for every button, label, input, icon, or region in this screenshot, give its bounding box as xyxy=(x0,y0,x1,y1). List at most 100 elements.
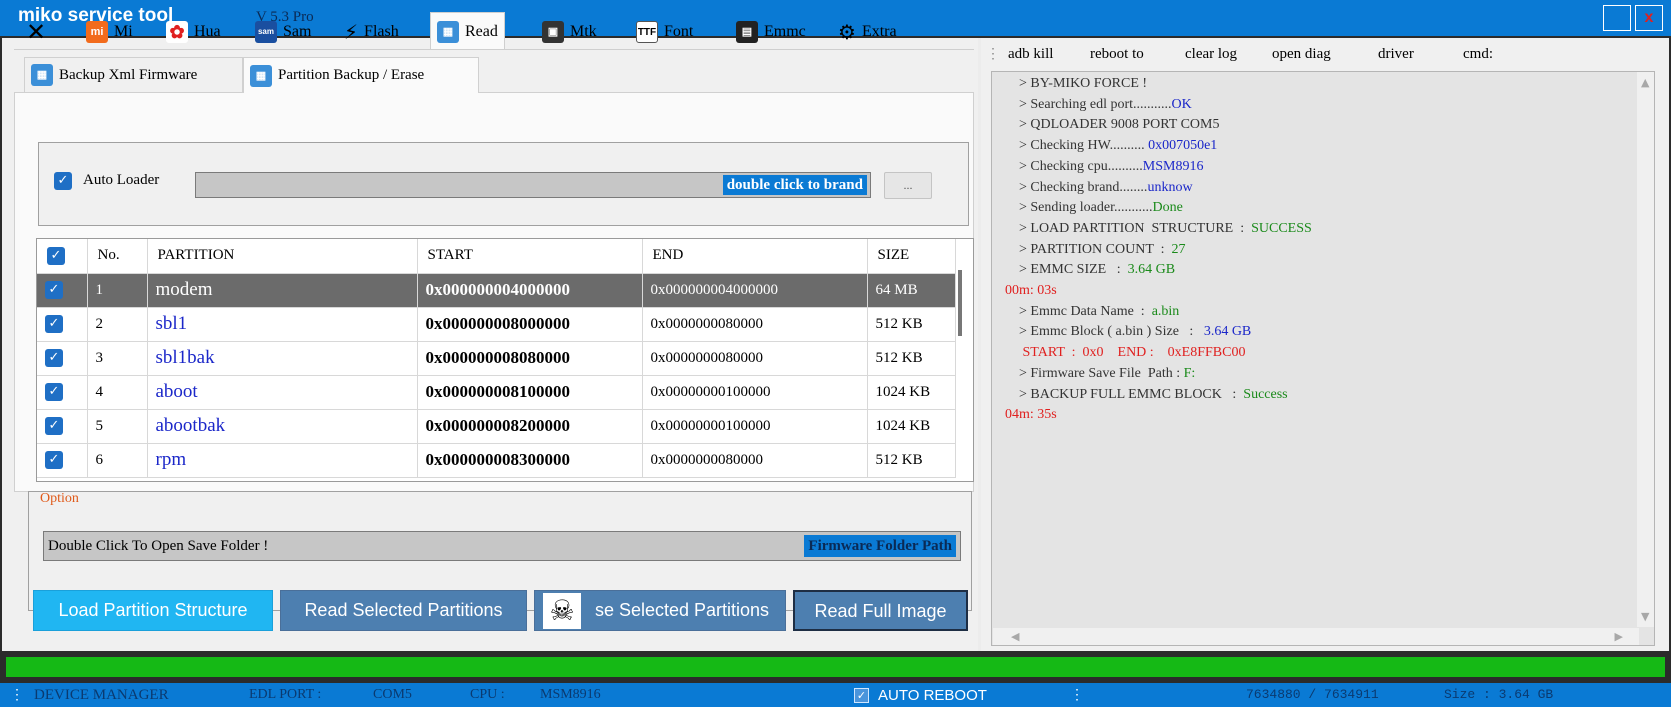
tab-font[interactable]: TTF Font xyxy=(630,15,699,49)
skull-icon: ☠ xyxy=(543,593,581,629)
lightning-icon: ⚡ xyxy=(344,20,359,44)
log-segment: > LOAD PARTITION STRUCTURE : xyxy=(1019,220,1252,236)
row-checkbox[interactable]: ✓ xyxy=(45,315,63,333)
subtab-partition-backup[interactable]: ▦ Partition Backup / Erase xyxy=(243,57,479,93)
auto-reboot-checkbox[interactable]: ✓ xyxy=(854,688,869,703)
database-icon: ▦ xyxy=(250,64,272,87)
tab-huawei[interactable]: ✿ Hua xyxy=(160,15,227,49)
log-line: > BACKUP FULL EMMC BLOCK : Success xyxy=(1019,385,1312,406)
row-checkbox[interactable]: ✓ xyxy=(45,417,63,435)
log-line: > Checking HW.......... 0x007050e1 xyxy=(1019,136,1312,157)
row-no: 1 xyxy=(87,273,148,308)
huawei-logo-icon: ✿ xyxy=(166,21,188,43)
log-segment: > Checking cpu.......... xyxy=(1019,158,1143,174)
tab-mi[interactable]: mi Mi xyxy=(80,15,139,49)
row-checkbox[interactable]: ✓ xyxy=(45,451,63,469)
log-line: > Firmware Save File Path : F: xyxy=(1019,364,1312,385)
status-grip-2: ⋮ xyxy=(1070,688,1084,703)
row-size: 1024 KB xyxy=(867,409,956,444)
table-row[interactable]: ✓ 6 rpm 0x000000008300000 0x0000000080000 512… xyxy=(37,443,956,478)
row-checkbox[interactable]: ✓ xyxy=(45,281,63,299)
log-line: > Emmc Data Name : a.bin xyxy=(1019,302,1312,323)
row-checkbox[interactable]: ✓ xyxy=(45,349,63,367)
read-full-image-button[interactable]: Read Full Image xyxy=(793,590,968,631)
read-selected-partitions-button[interactable]: Read Selected Partitions xyxy=(280,590,527,631)
cpu-label: CPU : xyxy=(470,687,505,702)
adb-kill-button[interactable]: adb kill xyxy=(1008,46,1053,63)
close-button[interactable]: x xyxy=(1635,5,1663,31)
ttf-file-icon: TTF xyxy=(636,21,658,43)
log-segment: 3.64 GB xyxy=(1127,262,1176,278)
erase-button-label: se Selected Partitions xyxy=(594,600,770,620)
select-all-checkbox[interactable]: ✓ xyxy=(47,246,65,265)
tab-flash[interactable]: ⚡ Flash xyxy=(338,15,405,49)
loader-path-field[interactable]: double click to brand xyxy=(195,172,871,198)
brand-hint-label: double click to brand xyxy=(722,175,867,195)
minimize-button[interactable] xyxy=(1603,5,1631,31)
row-no: 2 xyxy=(87,307,148,342)
log-segment: unknow xyxy=(1147,179,1193,195)
table-row[interactable]: ✓ 5 abootbak 0x000000008200000 0x00000000100… xyxy=(37,409,956,444)
tab-extra[interactable]: ⚙ Extra xyxy=(832,15,903,49)
save-folder-field[interactable]: Double Click To Open Save Folder ! Firmw… xyxy=(43,531,961,561)
table-row[interactable]: ✓ 2 sbl1 0x000000008000000 0x0000000080000 51… xyxy=(37,307,956,342)
row-partition-name: aboot xyxy=(147,375,418,410)
reboot-to-button[interactable]: reboot to xyxy=(1090,46,1144,63)
log-horizontal-scrollbar[interactable]: ◀ ▶ xyxy=(993,628,1639,645)
tab-label: Sam xyxy=(283,23,312,40)
row-start: 0x000000008200000 xyxy=(417,409,643,444)
tab-divider xyxy=(14,49,974,50)
table-scrollbar[interactable] xyxy=(958,270,962,336)
row-start: 0x000000004000000 xyxy=(417,273,643,308)
log-line: START : 0x0 END : 0xE8FFBC00 xyxy=(1019,343,1312,364)
log-line: > PARTITION COUNT : 27 xyxy=(1019,240,1312,261)
log-segment: > Searching edl port........... xyxy=(1019,96,1172,112)
col-start: START xyxy=(417,239,643,274)
row-checkbox[interactable]: ✓ xyxy=(45,383,63,401)
tab-read[interactable]: ▦ Read xyxy=(430,12,505,50)
cmd-button[interactable]: cmd: xyxy=(1463,46,1493,63)
table-row[interactable]: ✓ 3 sbl1bak 0x000000008080000 0x000000008000… xyxy=(37,341,956,376)
log-vertical-scrollbar[interactable]: ▲ ▼ xyxy=(1637,72,1654,627)
row-end: 0x00000000100000 xyxy=(642,409,868,444)
scroll-left-icon[interactable]: ◀ xyxy=(1011,630,1019,643)
log-segment: > QDLOADER 9008 PORT COM5 xyxy=(1019,117,1220,133)
row-size: 64 MB xyxy=(867,273,956,308)
tab-label: Flash xyxy=(364,23,399,40)
subtab-label: Partition Backup / Erase xyxy=(278,67,425,83)
log-segment: > Emmc Data Name : xyxy=(1019,303,1152,319)
samsung-logo-icon: sam xyxy=(255,21,277,43)
driver-button[interactable]: driver xyxy=(1378,46,1414,63)
tab-mtk[interactable]: ▣ Mtk xyxy=(536,15,603,49)
auto-loader-checkbox[interactable]: ✓ xyxy=(54,172,72,190)
log-line: 04m: 35s xyxy=(1005,405,1312,426)
row-size: 512 KB xyxy=(867,443,956,478)
browse-loader-button[interactable]: ... xyxy=(884,172,932,199)
tab-label: Hua xyxy=(194,23,221,40)
table-row[interactable]: ✓ 4 aboot 0x000000008100000 0x00000000100000… xyxy=(37,375,956,410)
row-start: 0x000000008000000 xyxy=(417,307,643,342)
tab-emmc[interactable]: ▤ Emmc xyxy=(730,15,812,49)
device-manager-label[interactable]: DEVICE MANAGER xyxy=(34,687,169,704)
load-partition-structure-button[interactable]: Load Partition Structure xyxy=(33,590,273,631)
tab-tools[interactable]: ✕ xyxy=(20,15,52,49)
toolbar-grip: ⋮ xyxy=(986,47,1000,62)
open-diag-button[interactable]: open diag xyxy=(1272,46,1331,63)
scroll-down-icon[interactable]: ▼ xyxy=(1641,610,1649,623)
row-partition-name: abootbak xyxy=(147,409,418,444)
log-line: > Checking cpu..........MSM8916 xyxy=(1019,157,1312,178)
scroll-right-icon[interactable]: ▶ xyxy=(1615,630,1623,643)
row-start: 0x000000008300000 xyxy=(417,443,643,478)
subtab-backup-xml[interactable]: ▦ Backup Xml Firmware xyxy=(24,57,243,93)
log-segment: OK xyxy=(1171,96,1192,112)
clear-log-button[interactable]: clear log xyxy=(1185,46,1237,63)
log-segment: > Emmc Block ( a.bin ) Size : xyxy=(1019,324,1204,340)
table-row[interactable]: ✓ 1 modem 0x000000004000000 0x00000000400000… xyxy=(37,273,956,308)
row-size: 1024 KB xyxy=(867,375,956,410)
database-icon: ▦ xyxy=(31,64,53,86)
col-size: SIZE xyxy=(867,239,956,274)
tab-samsung[interactable]: sam Sam xyxy=(249,15,317,49)
extra-tools-icon: ⚙ xyxy=(838,20,856,44)
row-end: 0x000000004000000 xyxy=(642,273,868,308)
scroll-up-icon[interactable]: ▲ xyxy=(1641,76,1649,89)
